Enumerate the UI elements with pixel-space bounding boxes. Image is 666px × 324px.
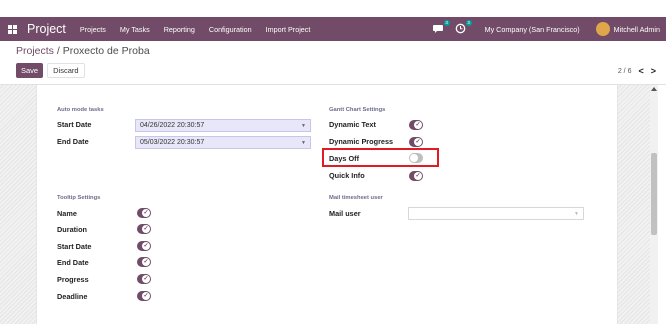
section-gantt-title: Gantt Chart Settings	[329, 107, 386, 113]
form-actions: Save Discard	[16, 63, 85, 78]
tooltip-name-label: Name	[57, 209, 77, 218]
avatar[interactable]	[595, 22, 610, 36]
end-date-field[interactable]: 05/03/2022 20:30:57 ▼	[135, 136, 311, 149]
tooltip-end-date-label: End Date	[57, 258, 89, 267]
chat-icon[interactable]: 3	[432, 20, 450, 35]
check-icon: ✓	[142, 292, 150, 300]
tooltip-end-date-toggle[interactable]: ✓	[137, 257, 151, 267]
breadcrumb-parent[interactable]: Projects	[16, 45, 54, 57]
breadcrumb-separator: /	[53, 45, 63, 57]
breadcrumb-current: Proxecto de Proba	[62, 45, 150, 57]
highlight-box	[322, 148, 439, 167]
check-icon: ✓	[142, 225, 150, 233]
pager: 2 / 6 < >	[618, 66, 656, 76]
mail-user-label: Mail user	[329, 209, 361, 218]
scrollbar[interactable]	[650, 85, 658, 324]
tooltip-progress-label: Progress	[57, 275, 89, 284]
activity-badge: 3	[465, 20, 472, 26]
menu-item-import-project[interactable]: Import Project	[266, 25, 311, 34]
clock-icon[interactable]: 3	[455, 20, 472, 35]
menu-item-reporting[interactable]: Reporting	[164, 25, 195, 34]
check-icon: ✓	[142, 258, 150, 266]
chevron-down-icon: ▼	[574, 211, 579, 217]
tooltip-duration-toggle[interactable]: ✓	[137, 224, 151, 234]
save-button[interactable]: Save	[16, 63, 44, 78]
quick-info-label: Quick Info	[329, 171, 365, 180]
end-date-value: 05/03/2022 20:30:57	[140, 139, 205, 146]
dynamic-text-label: Dynamic Text	[329, 120, 376, 129]
menu-item-projects[interactable]: Projects	[80, 25, 106, 34]
tooltip-deadline-toggle[interactable]: ✓	[137, 291, 151, 301]
pager-next-button[interactable]: >	[651, 66, 656, 76]
check-icon: ✓	[414, 172, 422, 180]
tooltip-progress-toggle[interactable]: ✓	[137, 274, 151, 284]
chevron-down-icon: ▼	[301, 140, 306, 146]
section-tooltip-title: Tooltip Settings	[57, 195, 101, 201]
quick-info-toggle[interactable]: ✓	[409, 171, 423, 181]
section-auto-mode-title: Auto mode tasks	[57, 107, 104, 113]
menu-item-my-tasks[interactable]: My Tasks	[120, 25, 150, 34]
check-icon: ✓	[414, 121, 422, 129]
company-switcher[interactable]: My Company (San Francisco)	[485, 25, 580, 34]
background-right	[618, 85, 654, 324]
form-sheet	[36, 85, 618, 324]
tooltip-duration-label: Duration	[57, 225, 87, 234]
check-icon: ✓	[414, 138, 422, 146]
scroll-up-arrow-icon[interactable]	[651, 87, 657, 91]
dynamic-progress-label: Dynamic Progress	[329, 137, 394, 146]
dynamic-progress-toggle[interactable]: ✓	[409, 137, 423, 147]
discard-button[interactable]: Discard	[47, 63, 85, 78]
user-menu[interactable]: Mitchell Admin	[614, 25, 660, 34]
breadcrumb: Projects / Proxecto de Proba	[16, 45, 150, 57]
tooltip-name-toggle[interactable]: ✓	[137, 208, 151, 218]
messages-badge: 3	[443, 20, 450, 26]
chevron-down-icon: ▼	[301, 123, 306, 129]
main-menu: Projects My Tasks Reporting Configuratio…	[74, 25, 310, 34]
check-icon: ✓	[142, 275, 150, 283]
tooltip-start-date-label: Start Date	[57, 242, 92, 251]
tooltip-start-date-toggle[interactable]: ✓	[137, 241, 151, 251]
section-mail-title: Mail timesheet user	[329, 195, 383, 201]
mail-user-select[interactable]: ▼	[408, 207, 584, 220]
apps-grid-icon[interactable]	[8, 24, 18, 34]
page: Project Projects My Tasks Reporting Conf…	[0, 0, 666, 324]
systray: 3 3 My Company (San Francisco) Mitchell …	[432, 20, 666, 36]
start-date-field[interactable]: 04/26/2022 20:30:57 ▼	[135, 119, 311, 132]
menu-item-configuration[interactable]: Configuration	[209, 25, 252, 34]
pager-previous-button[interactable]: <	[638, 66, 643, 76]
check-icon: ✓	[142, 242, 150, 250]
scroll-thumb[interactable]	[651, 153, 657, 235]
end-date-label: End Date	[57, 137, 89, 146]
top-navbar: Project Projects My Tasks Reporting Conf…	[0, 17, 666, 41]
check-icon: ✓	[142, 209, 150, 217]
dynamic-text-toggle[interactable]: ✓	[409, 120, 423, 130]
app-title[interactable]: Project	[27, 22, 66, 36]
tooltip-deadline-label: Deadline	[57, 292, 88, 301]
background-left	[0, 85, 36, 324]
pager-value[interactable]: 2 / 6	[618, 68, 632, 75]
start-date-value: 04/26/2022 20:30:57	[140, 122, 205, 129]
start-date-label: Start Date	[57, 120, 92, 129]
